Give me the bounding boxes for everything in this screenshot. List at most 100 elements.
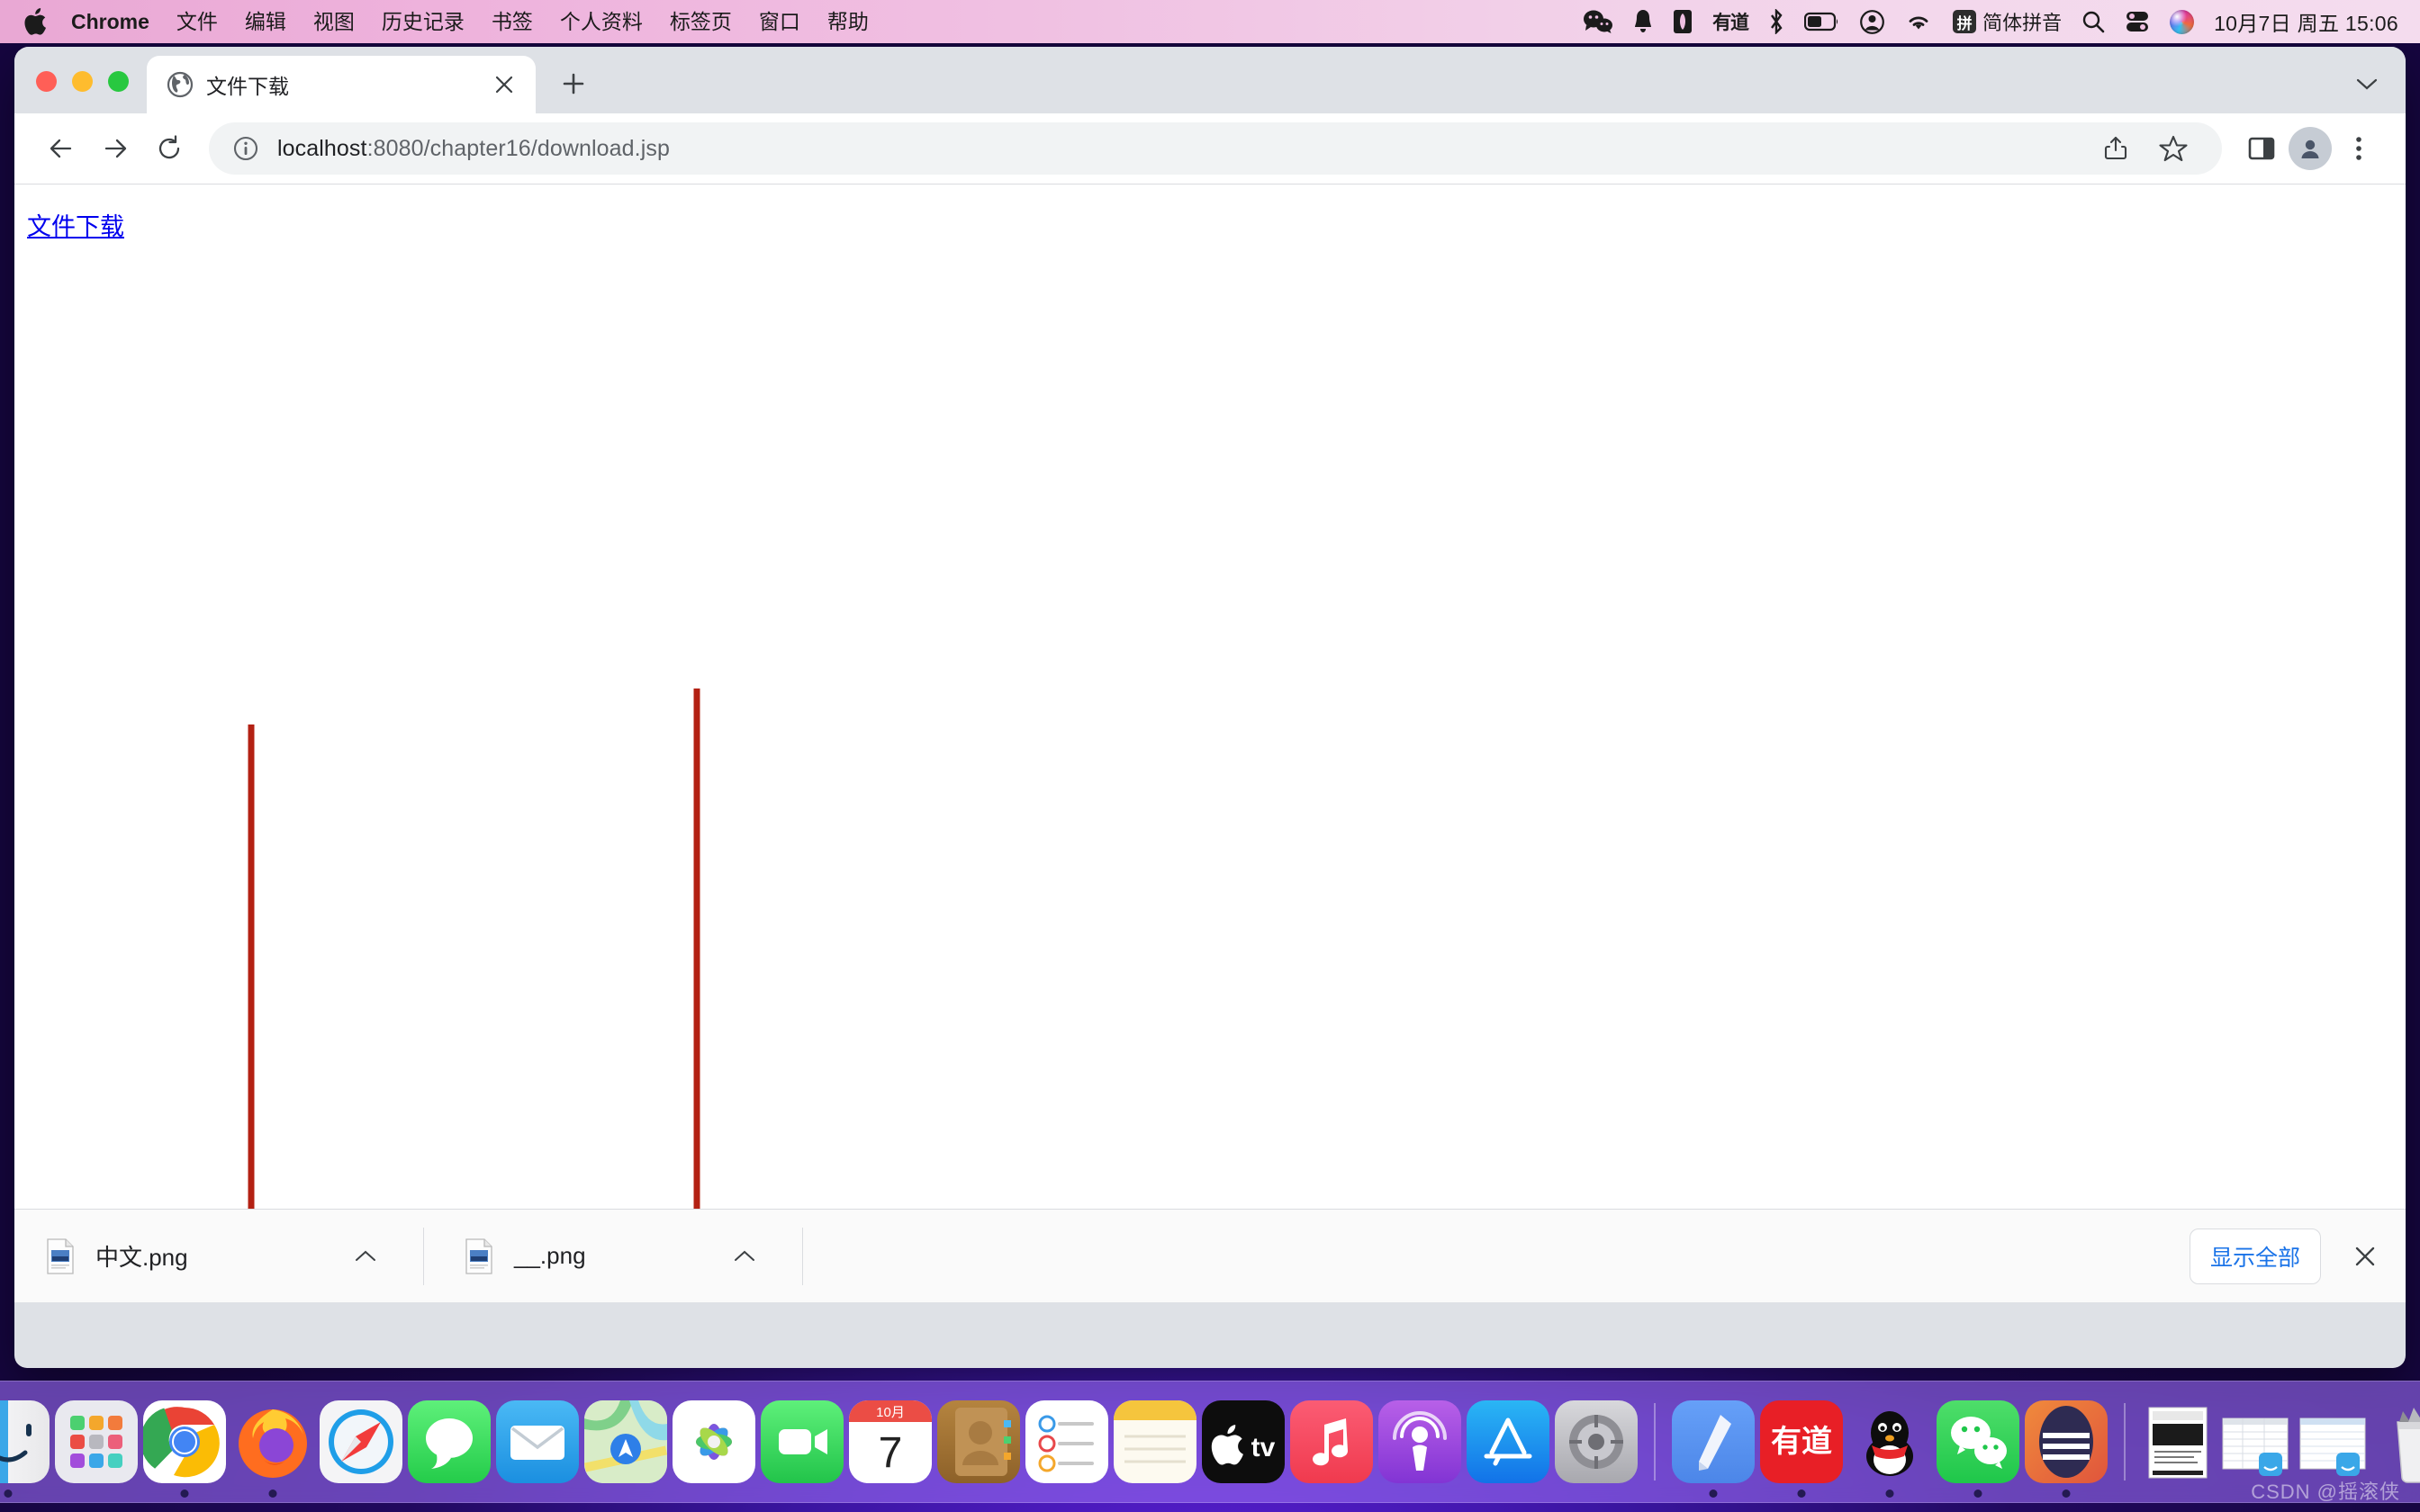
three-dot-menu-icon[interactable] — [2332, 122, 2386, 176]
forward-arrow-icon[interactable] — [88, 122, 142, 176]
notes-app-icon — [1114, 1400, 1196, 1483]
user-account-icon[interactable] — [1860, 9, 1884, 34]
dock-item-reminders[interactable] — [1025, 1400, 1108, 1483]
dock-item-facetime[interactable] — [761, 1400, 844, 1483]
show-all-downloads-button[interactable]: 显示全部 — [2189, 1228, 2321, 1284]
thunder-icon — [2025, 1400, 2108, 1483]
dock-item-launchpad[interactable] — [55, 1400, 138, 1483]
address-bar[interactable]: localhost:8080/chapter16/download.jsp — [209, 122, 2222, 175]
annotation-overlay — [222, 688, 726, 1281]
app-running-indicator — [2062, 1490, 2071, 1498]
dock-item-app-store[interactable] — [1467, 1400, 1549, 1483]
back-arrow-icon[interactable] — [34, 122, 88, 176]
menu-item-bookmarks[interactable]: 书签 — [478, 0, 546, 43]
download-item[interactable]: 中文.png — [45, 1210, 423, 1302]
minimized-document-window[interactable] — [2142, 1402, 2214, 1481]
globe-icon — [167, 71, 194, 98]
download-item[interactable]: __.png — [424, 1210, 802, 1302]
wechat-app-icon — [1937, 1400, 2019, 1483]
dock-item-messages[interactable] — [408, 1400, 491, 1483]
menu-bar-clock[interactable]: 10月7日 周五 15:06 — [2214, 6, 2398, 37]
dock-item-contacts[interactable] — [937, 1400, 1020, 1483]
menu-item-help[interactable]: 帮助 — [814, 0, 882, 43]
finder-icon — [0, 1400, 50, 1483]
macos-menu-bar: Chrome 文件 编辑 视图 历史记录 书签 个人资料 标签页 窗口 帮助 有… — [0, 0, 2420, 43]
dock-item-youdao-dictionary[interactable]: 有道 — [1760, 1400, 1843, 1498]
minimize-window-button[interactable] — [72, 71, 93, 92]
macos-dock: 10月 7 tv 有道 — [0, 1381, 2420, 1503]
close-icon[interactable] — [2344, 1236, 2386, 1277]
dock-item-thunder[interactable] — [2025, 1400, 2108, 1498]
siri-icon[interactable] — [2170, 9, 2195, 34]
dock-item-typora[interactable] — [1672, 1400, 1755, 1498]
dock-item-music[interactable] — [1290, 1400, 1373, 1483]
wechat-icon[interactable] — [1583, 9, 1613, 34]
calendar-icon: 10月 7 — [849, 1400, 932, 1483]
search-icon[interactable] — [2081, 10, 2105, 33]
menu-item-profiles[interactable]: 个人资料 — [546, 0, 656, 43]
dock-item-firefox[interactable] — [231, 1400, 314, 1498]
reminders-icon — [1025, 1400, 1108, 1483]
dock-item-notes[interactable] — [1114, 1400, 1196, 1483]
wifi-icon[interactable] — [1904, 11, 1933, 32]
youdao-icon[interactable]: 有道 — [1712, 8, 1749, 35]
input-method-indicator[interactable]: 拼 简体拼音 — [1953, 7, 2062, 36]
apple-tv-icon: tv — [1202, 1400, 1285, 1483]
tab-strip-chevron-icon[interactable] — [2355, 76, 2406, 113]
dock-item-maps[interactable] — [584, 1400, 667, 1483]
maximize-window-button[interactable] — [108, 71, 129, 92]
info-circle-icon[interactable] — [230, 133, 261, 164]
profile-avatar-icon[interactable] — [2289, 127, 2332, 170]
input-method-label: 简体拼音 — [1982, 12, 2063, 34]
menu-item-history[interactable]: 历史记录 — [368, 0, 478, 43]
dock-item-finder[interactable] — [0, 1400, 50, 1498]
bell-icon[interactable] — [1633, 9, 1653, 34]
dock-item-mail[interactable] — [496, 1400, 579, 1483]
chevron-up-icon[interactable] — [344, 1235, 387, 1278]
bluetooth-icon[interactable] — [1768, 9, 1784, 34]
menu-item-view[interactable]: 视图 — [300, 0, 368, 43]
music-icon — [1290, 1400, 1373, 1483]
contacts-icon — [937, 1400, 1020, 1483]
dock-item-safari[interactable] — [320, 1400, 402, 1483]
menu-app-name[interactable]: Chrome — [58, 0, 163, 43]
system-preferences-icon — [1555, 1400, 1638, 1483]
menu-item-window[interactable]: 窗口 — [745, 0, 814, 43]
dock-item-system-preferences[interactable] — [1555, 1400, 1638, 1483]
address-bar-actions — [2089, 122, 2200, 176]
minimized-spreadsheet-window[interactable] — [2219, 1402, 2291, 1481]
menu-item-edit[interactable]: 编辑 — [231, 0, 300, 43]
notes-icon[interactable] — [1673, 9, 1693, 34]
dock-item-qq[interactable] — [1848, 1400, 1931, 1498]
side-panel-icon[interactable] — [2235, 122, 2289, 176]
input-method-badge: 拼 — [1953, 10, 1977, 33]
chrome-browser-window: 文件下载 localhost:8080/chapter16/download.j… — [14, 47, 2406, 1368]
app-running-indicator — [4, 1490, 13, 1498]
app-running-indicator — [268, 1490, 277, 1498]
close-icon[interactable] — [489, 69, 519, 100]
share-icon[interactable] — [2089, 122, 2143, 176]
dock-item-google-chrome[interactable] — [143, 1400, 226, 1498]
menu-item-file[interactable]: 文件 — [163, 0, 231, 43]
apple-logo-icon[interactable] — [23, 8, 47, 35]
file-download-link[interactable]: 文件下载 — [27, 207, 124, 242]
star-icon[interactable] — [2146, 122, 2200, 176]
menu-item-tabs[interactable]: 标签页 — [656, 0, 745, 43]
minimized-table-window[interactable] — [2297, 1402, 2369, 1481]
tab-title: 文件下载 — [206, 75, 289, 98]
dock-item-podcasts[interactable] — [1378, 1400, 1461, 1483]
dock-item-calendar[interactable]: 10月 7 — [849, 1400, 932, 1483]
reload-icon[interactable] — [142, 122, 196, 176]
browser-tab[interactable]: 文件下载 — [147, 56, 536, 113]
new-tab-button[interactable] — [548, 58, 599, 109]
chevron-up-icon[interactable] — [723, 1235, 766, 1278]
trash-icon[interactable] — [2381, 1402, 2420, 1483]
control-center-icon[interactable] — [2125, 10, 2150, 33]
app-running-indicator — [1885, 1490, 1894, 1498]
dock-item-apple-tv[interactable]: tv — [1202, 1400, 1285, 1483]
dock-item-photos[interactable] — [673, 1400, 755, 1483]
browser-toolbar: localhost:8080/chapter16/download.jsp — [14, 113, 2406, 184]
dock-item-wechat[interactable] — [1937, 1400, 2019, 1498]
close-window-button[interactable] — [36, 71, 57, 92]
battery-icon[interactable] — [1804, 11, 1840, 32]
